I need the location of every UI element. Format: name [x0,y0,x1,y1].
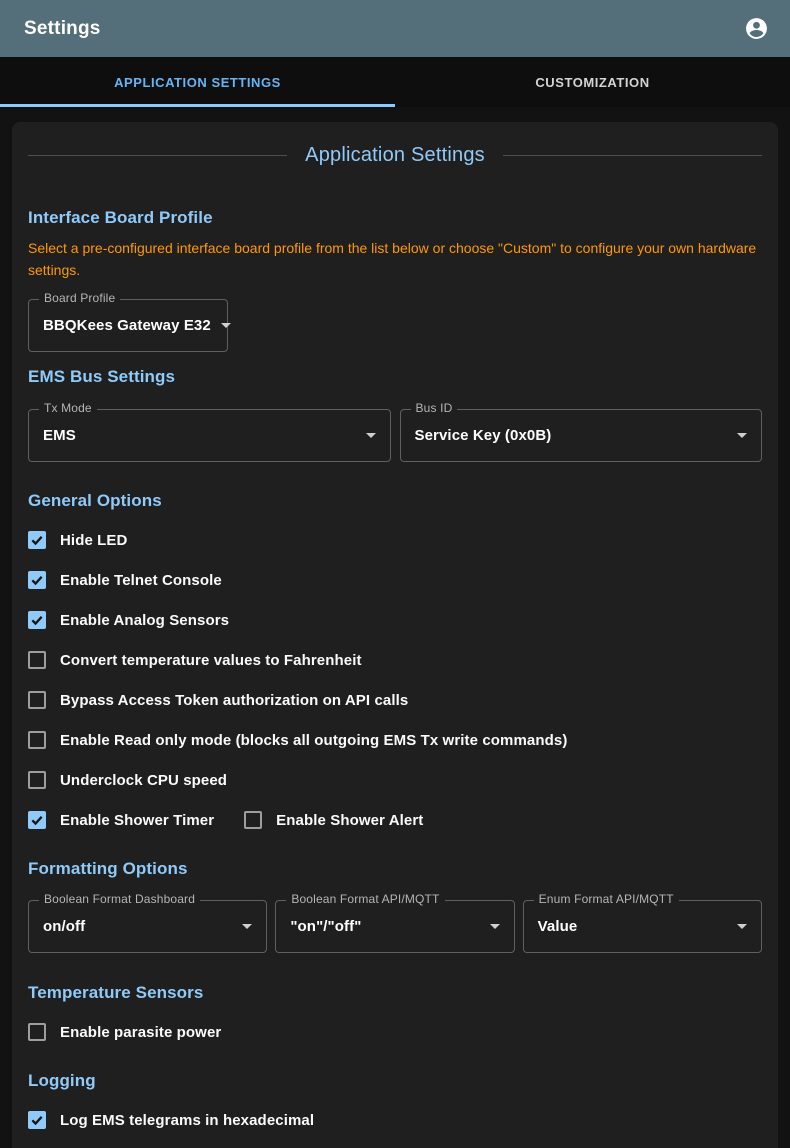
checkbox-row-analog-sensors[interactable]: Enable Analog Sensors [28,600,762,640]
select-boolean-format-api-label: Boolean Format API/MQTT [286,892,444,906]
checkbox-row-shower-timer[interactable]: Enable Shower Timer [28,800,214,840]
dropdown-arrow-icon [366,433,376,438]
select-boolean-format-api-value: "on"/"off" [290,918,479,935]
select-enum-format-api-label: Enum Format API/MQTT [534,892,679,906]
select-tx-mode[interactable]: Tx Mode EMS [28,409,391,462]
checkbox-row-telnet[interactable]: Enable Telnet Console [28,560,762,600]
interface-board-description: Select a pre-configured interface board … [28,237,762,281]
checkbox-row-bypass-token[interactable]: Bypass Access Token authorization on API… [28,680,762,720]
dropdown-arrow-icon [242,924,252,929]
select-tx-mode-value: EMS [43,427,356,444]
checkbox-shower-alert[interactable] [244,811,262,829]
logging-options-list: Log EMS telegrams in hexadecimal Enable … [28,1100,762,1148]
checkbox-label: Underclock CPU speed [60,772,227,789]
divider-line [28,155,287,156]
checkbox-read-only[interactable] [28,731,46,749]
select-boolean-format-dashboard-label: Boolean Format Dashboard [39,892,200,906]
checkbox-label: Bypass Access Token authorization on API… [60,692,408,709]
checkbox-parasite-power[interactable] [28,1023,46,1041]
select-board-profile-label: Board Profile [39,291,120,305]
dropdown-arrow-icon [737,924,747,929]
tab-application-settings[interactable]: APPLICATION SETTINGS [0,57,395,107]
card-title-divider: Application Settings [28,144,762,167]
check-icon [30,573,44,587]
select-bus-id[interactable]: Bus ID Service Key (0x0B) [400,409,763,462]
checkbox-label: Convert temperature values to Fahrenheit [60,652,362,669]
section-heading-ems-bus: EMS Bus Settings [28,366,762,388]
section-heading-interface-board: Interface Board Profile [28,207,762,229]
formatting-select-row: Boolean Format Dashboard on/off Boolean … [28,900,762,953]
select-board-profile[interactable]: Board Profile BBQKees Gateway E32 [28,299,228,352]
dropdown-arrow-icon [737,433,747,438]
tab-bar: APPLICATION SETTINGS CUSTOMIZATION [0,57,790,107]
select-enum-format-api[interactable]: Enum Format API/MQTT Value [523,900,762,953]
checkbox-label: Enable Analog Sensors [60,612,229,629]
checkbox-label: Log EMS telegrams in hexadecimal [60,1112,314,1129]
select-tx-mode-label: Tx Mode [39,401,97,415]
checkbox-underclock[interactable] [28,771,46,789]
checkbox-telnet[interactable] [28,571,46,589]
checkbox-label: Enable Shower Alert [276,812,423,829]
shower-options-row: Enable Shower Timer Enable Shower Alert [28,800,762,840]
select-enum-format-api-value: Value [538,918,727,935]
checkbox-label: Enable Shower Timer [60,812,214,829]
checkbox-row-parasite-power[interactable]: Enable parasite power [28,1012,762,1052]
checkbox-label: Hide LED [60,532,127,549]
section-heading-temperature: Temperature Sensors [28,982,762,1004]
dropdown-arrow-icon [221,323,231,328]
checkbox-bypass-token[interactable] [28,691,46,709]
ems-bus-select-row: Tx Mode EMS Bus ID Service Key (0x0B) [28,409,762,462]
dropdown-arrow-icon [490,924,500,929]
select-board-profile-value: BBQKees Gateway E32 [43,317,211,334]
checkbox-analog-sensors[interactable] [28,611,46,629]
checkbox-label: Enable Read only mode (blocks all outgoi… [60,732,567,749]
account-circle-icon [744,16,769,41]
select-bus-id-label: Bus ID [411,401,458,415]
checkbox-label: Enable Telnet Console [60,572,222,589]
checkbox-log-hex[interactable] [28,1111,46,1129]
account-button[interactable] [743,16,769,42]
select-boolean-format-dashboard-value: on/off [43,918,232,935]
check-icon [30,533,44,547]
section-heading-logging: Logging [28,1070,762,1092]
general-options-list: Hide LED Enable Telnet Console Enable An… [28,520,762,840]
select-bus-id-value: Service Key (0x0B) [415,427,728,444]
checkbox-row-underclock[interactable]: Underclock CPU speed [28,760,762,800]
check-icon [30,613,44,627]
checkbox-row-read-only[interactable]: Enable Read only mode (blocks all outgoi… [28,720,762,760]
card-title: Application Settings [305,144,485,167]
check-icon [30,1113,44,1127]
page-title: Settings [24,18,743,40]
check-icon [30,813,44,827]
checkbox-label: Enable parasite power [60,1024,221,1041]
checkbox-fahrenheit[interactable] [28,651,46,669]
section-heading-formatting: Formatting Options [28,858,762,880]
select-boolean-format-dashboard[interactable]: Boolean Format Dashboard on/off [28,900,267,953]
checkbox-row-syslog[interactable]: Enable Syslog [28,1140,762,1148]
checkbox-row-shower-alert[interactable]: Enable Shower Alert [244,800,423,840]
tab-customization[interactable]: CUSTOMIZATION [395,57,790,107]
temperature-options-list: Enable parasite power [28,1012,762,1052]
checkbox-row-hide-led[interactable]: Hide LED [28,520,762,560]
checkbox-row-log-hex[interactable]: Log EMS telegrams in hexadecimal [28,1100,762,1140]
select-boolean-format-api[interactable]: Boolean Format API/MQTT "on"/"off" [275,900,514,953]
checkbox-row-fahrenheit[interactable]: Convert temperature values to Fahrenheit [28,640,762,680]
app-bar: Settings [0,0,790,57]
section-heading-general: General Options [28,490,762,512]
checkbox-hide-led[interactable] [28,531,46,549]
checkbox-shower-timer[interactable] [28,811,46,829]
divider-line [503,155,762,156]
settings-card: Application Settings Interface Board Pro… [12,122,778,1148]
